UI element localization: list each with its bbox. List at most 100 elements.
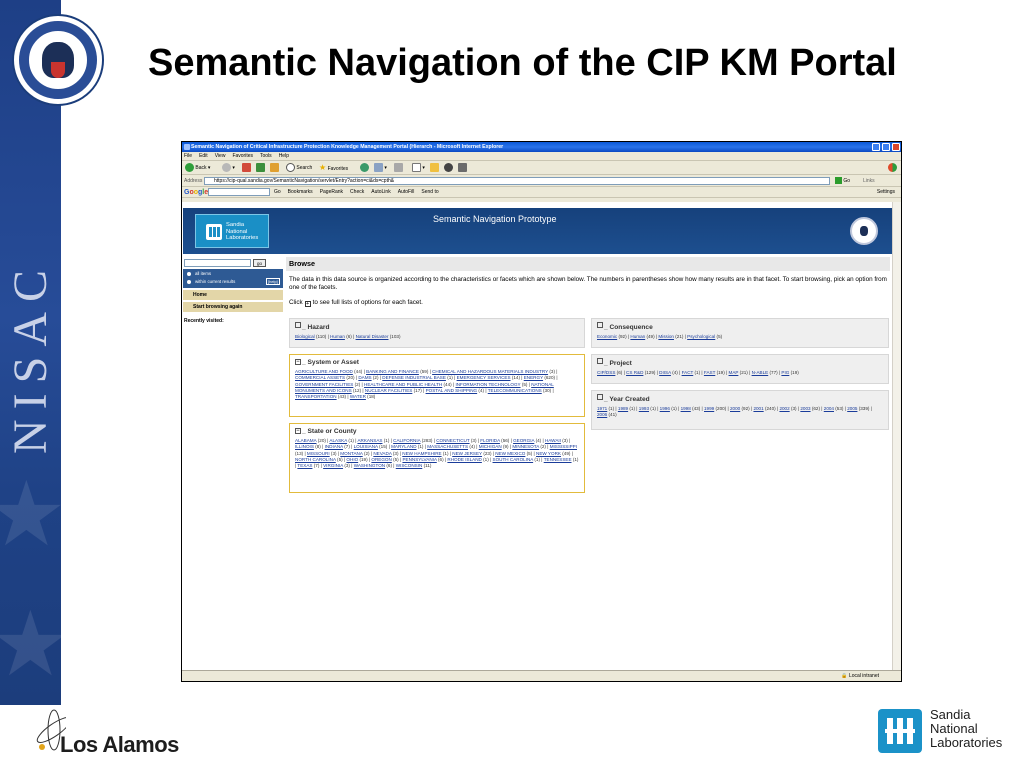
- menu-item-view[interactable]: View: [215, 153, 226, 159]
- google-settings-button[interactable]: Settings: [877, 189, 895, 195]
- facet-system-toggle[interactable]: − _ System or Asset: [295, 358, 579, 367]
- facet-value-link[interactable]: WATER: [350, 394, 366, 399]
- facet-value-link[interactable]: ENERGY: [524, 375, 543, 380]
- facet-year-toggle[interactable]: _ Year Created: [597, 394, 883, 404]
- facet-value-link[interactable]: INFORMATION TECHNOLOGY: [455, 382, 520, 387]
- facet-value-link[interactable]: NEVADA: [373, 451, 391, 456]
- facet-value-link[interactable]: 2004: [824, 406, 834, 411]
- back-button[interactable]: Back ▾: [185, 163, 210, 173]
- facet-value-link[interactable]: AGRICULTURE AND FOOD: [295, 369, 353, 374]
- facet-value-link[interactable]: CS R&D: [626, 370, 643, 375]
- google-toolbar-item[interactable]: Bookmarks: [288, 189, 313, 195]
- facet-value-link[interactable]: EMERGENCY SERVICES: [457, 375, 511, 380]
- research-button[interactable]: [458, 163, 467, 173]
- facet-value-link[interactable]: FACT: [682, 370, 694, 375]
- close-button[interactable]: [892, 143, 900, 151]
- facet-value-link[interactable]: Biological: [295, 334, 315, 339]
- facet-value-link[interactable]: WISCONSIN: [396, 463, 423, 468]
- facet-value-link[interactable]: POSTAL AND SHIPPING: [426, 388, 478, 393]
- folder-button[interactable]: [430, 163, 439, 173]
- scope-current-results-radio[interactable]: within current results: [187, 279, 235, 285]
- facet-value-link[interactable]: CONNECTICUT: [436, 438, 469, 443]
- facet-value-link[interactable]: RHODE ISLAND: [447, 457, 481, 462]
- google-toolbar-item[interactable]: AutoFill: [398, 189, 415, 195]
- minimize-button[interactable]: [872, 143, 880, 151]
- mail-button[interactable]: ▾: [374, 163, 387, 173]
- facet-value-link[interactable]: N-ABLE: [752, 370, 769, 375]
- facet-value-link[interactable]: NORTH CAROLINA: [295, 457, 336, 462]
- help-link[interactable]: [help]: [266, 278, 280, 285]
- facet-value-link[interactable]: OREGON: [371, 457, 391, 462]
- print-button[interactable]: [394, 163, 403, 173]
- facet-value-link[interactable]: NUCLEAR FACILITIES: [365, 388, 412, 393]
- facet-value-link[interactable]: 2003: [800, 406, 810, 411]
- facet-value-link[interactable]: 2001: [753, 406, 763, 411]
- facet-value-link[interactable]: 1971: [597, 406, 607, 411]
- facet-value-link[interactable]: CHEMICAL AND HAZARDOUS MATERIALS INDUSTR…: [432, 369, 548, 374]
- facet-value-link[interactable]: ILLINOIS: [295, 444, 314, 449]
- facet-value-link[interactable]: FAST: [704, 370, 715, 375]
- facet-value-link[interactable]: COMMERCIAL ASSETS: [295, 375, 345, 380]
- stop-button[interactable]: [242, 163, 251, 173]
- links-button[interactable]: Links: [863, 178, 875, 184]
- sidebar-item-home[interactable]: Home: [183, 290, 283, 300]
- facet-value-link[interactable]: ALABAMA: [295, 438, 316, 443]
- facet-hazard-toggle[interactable]: _ Hazard: [295, 322, 579, 332]
- facet-value-link[interactable]: MISSISSIPPI: [550, 444, 577, 449]
- facet-value-link[interactable]: DAMS: [358, 375, 371, 380]
- facet-value-link[interactable]: WASHINGTON: [354, 463, 385, 468]
- address-input[interactable]: https://cip-qual.sandia.gov/SemanticNavi…: [204, 177, 830, 185]
- google-search-input[interactable]: [208, 188, 270, 196]
- google-toolbar-item[interactable]: PageRank: [320, 189, 343, 195]
- facet-value-link[interactable]: PENNSYLVANIA: [402, 457, 436, 462]
- facet-value-link[interactable]: MICHIGAN: [479, 444, 502, 449]
- facet-value-link[interactable]: 2006: [597, 412, 607, 417]
- facet-value-link[interactable]: Human: [630, 334, 645, 339]
- facet-value-link[interactable]: MARYLAND: [391, 444, 416, 449]
- facet-value-link[interactable]: ALASKA: [329, 438, 347, 443]
- facet-value-link[interactable]: NEW MEXICO: [495, 451, 525, 456]
- sandia-logo[interactable]: Sandia National Laboratories: [195, 214, 269, 248]
- facet-value-link[interactable]: Natural Disaster: [356, 334, 389, 339]
- menu-item-favorites[interactable]: Favorites: [232, 153, 253, 159]
- facet-value-link[interactable]: FLORIDA: [480, 438, 500, 443]
- facet-value-link[interactable]: Economic: [597, 334, 617, 339]
- sidebar-go-button[interactable]: go: [253, 259, 266, 267]
- google-toolbar-item[interactable]: Check: [350, 189, 364, 195]
- facet-value-link[interactable]: 1996: [660, 406, 670, 411]
- facet-value-link[interactable]: TEXAS: [297, 463, 312, 468]
- facet-value-link[interactable]: 2002: [779, 406, 789, 411]
- sidebar-search-input[interactable]: [184, 259, 251, 267]
- facet-value-link[interactable]: SOUTH CAROLINA: [493, 457, 534, 462]
- google-toolbar-item[interactable]: Go: [274, 189, 281, 195]
- home-button[interactable]: [270, 163, 279, 173]
- refresh-button[interactable]: [256, 163, 265, 173]
- facet-value-link[interactable]: 1999: [704, 406, 714, 411]
- edit-button[interactable]: ▾: [412, 163, 425, 173]
- facet-value-link[interactable]: TRANSPORTATION: [295, 394, 337, 399]
- facet-value-link[interactable]: VIRGINIA: [323, 463, 343, 468]
- facet-value-link[interactable]: MAP: [729, 370, 739, 375]
- facet-value-link[interactable]: TELECOMMUNICATIONS: [488, 388, 542, 393]
- favorites-button[interactable]: ★ Favorites: [319, 163, 348, 173]
- sidebar-item-start-browsing[interactable]: Start browsing again: [183, 302, 283, 312]
- facet-project-toggle[interactable]: _ Project: [597, 358, 883, 368]
- facet-value-link[interactable]: PIG: [781, 370, 789, 375]
- vertical-scrollbar[interactable]: [892, 202, 901, 672]
- google-toolbar-item[interactable]: Send to: [421, 189, 438, 195]
- facet-value-link[interactable]: LOUISIANA: [354, 444, 378, 449]
- facet-value-link[interactable]: MINNESOTA: [512, 444, 539, 449]
- facet-value-link[interactable]: ARKANSAS: [357, 438, 382, 443]
- facet-value-link[interactable]: NEW YORK: [536, 451, 561, 456]
- facet-value-link[interactable]: GEORGIA: [513, 438, 534, 443]
- facet-value-link[interactable]: 2000: [730, 406, 740, 411]
- facet-value-link[interactable]: MONTANA: [340, 451, 362, 456]
- facet-value-link[interactable]: NEW JERSEY: [452, 451, 482, 456]
- facet-value-link[interactable]: Human: [330, 334, 345, 339]
- facet-value-link[interactable]: BANKING AND FINANCE: [366, 369, 419, 374]
- menu-item-file[interactable]: File: [184, 153, 192, 159]
- facet-value-link[interactable]: CIP/DSS: [597, 370, 615, 375]
- facet-value-link[interactable]: 2005: [847, 406, 857, 411]
- facet-value-link[interactable]: INDIANA: [325, 444, 343, 449]
- facet-value-link[interactable]: HAWAII: [545, 438, 561, 443]
